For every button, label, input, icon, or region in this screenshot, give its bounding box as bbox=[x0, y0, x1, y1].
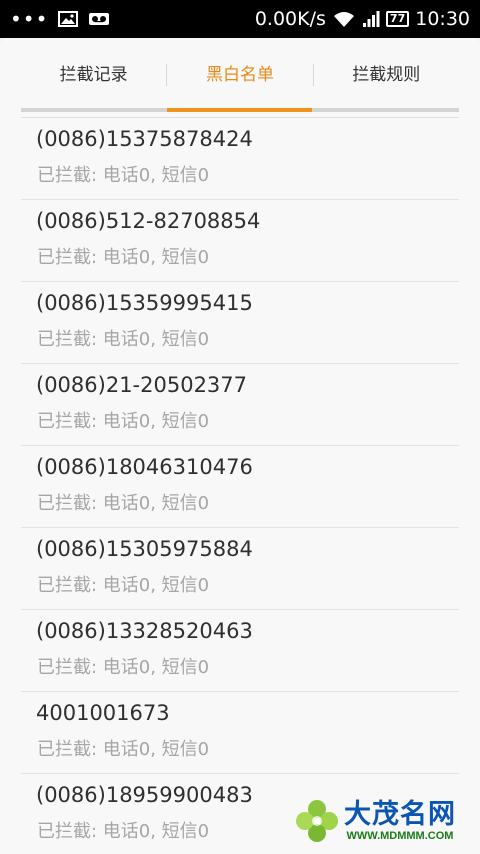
watermark-title: 大茂名网 bbox=[344, 798, 456, 830]
list-item[interactable]: (0086)15305975884 已拦截: 电话0, 短信0 bbox=[21, 528, 459, 610]
block-stats: 已拦截: 电话0, 短信0 bbox=[37, 247, 210, 268]
clover-logo-icon bbox=[296, 800, 338, 842]
block-stats: 已拦截: 电话0, 短信0 bbox=[37, 575, 210, 596]
block-stats: 已拦截: 电话0, 短信0 bbox=[37, 165, 210, 186]
battery-icon: 77 bbox=[385, 11, 410, 27]
image-notification-icon bbox=[58, 11, 79, 27]
list-item[interactable]: (0086)21-20502377 已拦截: 电话0, 短信0 bbox=[21, 364, 459, 446]
voicemail-icon bbox=[89, 13, 110, 25]
tab-black-white-list[interactable]: 黑白名单 bbox=[167, 38, 312, 112]
list-item[interactable]: (0086)15359995415 已拦截: 电话0, 短信0 bbox=[21, 282, 459, 364]
phone-number: (0086)15305975884 bbox=[36, 537, 253, 561]
network-speed: 0.00K/s bbox=[254, 8, 326, 30]
phone-number: 4001001673 bbox=[36, 701, 170, 725]
list-item[interactable]: 4001001673 已拦截: 电话0, 短信0 bbox=[21, 692, 459, 774]
clock: 10:30 bbox=[415, 8, 470, 30]
watermark-logo: 大茂名网 WWW.MDMMM.COM bbox=[294, 796, 470, 846]
block-stats: 已拦截: 电话0, 短信0 bbox=[37, 493, 210, 514]
overflow-dots-icon: ••• bbox=[10, 7, 49, 31]
list-item[interactable]: (0086)18046310476 已拦截: 电话0, 短信0 bbox=[21, 446, 459, 528]
list-item[interactable]: (0086)15375878424 已拦截: 电话0, 短信0 bbox=[21, 118, 459, 200]
tab-bar: 拦截记录 黑白名单 拦截规则 bbox=[0, 38, 480, 112]
block-stats: 已拦截: 电话0, 短信0 bbox=[37, 657, 210, 678]
list-item[interactable]: (0086)13328520463 已拦截: 电话0, 短信0 bbox=[21, 610, 459, 692]
main-panel: 拦截记录 黑白名单 拦截规则 (0086)15375878424 已拦截: 电话… bbox=[0, 38, 480, 854]
block-stats: 已拦截: 电话0, 短信0 bbox=[37, 821, 210, 842]
tab-block-log[interactable]: 拦截记录 bbox=[21, 38, 166, 112]
blacklist-list: (0086)15375878424 已拦截: 电话0, 短信0 (0086)51… bbox=[0, 117, 480, 854]
phone-number: (0086)13328520463 bbox=[36, 619, 253, 643]
status-bar: ••• 0.00K/s 77 10:30 bbox=[0, 0, 480, 38]
phone-number: (0086)18959900483 bbox=[36, 783, 253, 807]
signal-icon bbox=[362, 11, 380, 27]
active-tab-indicator bbox=[167, 108, 312, 112]
wifi-icon bbox=[333, 12, 354, 27]
phone-number: (0086)18046310476 bbox=[36, 455, 253, 479]
list-item[interactable]: (0086)512-82708854 已拦截: 电话0, 短信0 bbox=[21, 200, 459, 282]
block-stats: 已拦截: 电话0, 短信0 bbox=[37, 739, 210, 760]
block-stats: 已拦截: 电话0, 短信0 bbox=[37, 411, 210, 432]
phone-number: (0086)21-20502377 bbox=[36, 373, 248, 397]
block-stats: 已拦截: 电话0, 短信0 bbox=[37, 329, 210, 350]
tab-block-rules[interactable]: 拦截规则 bbox=[314, 38, 459, 112]
phone-number: (0086)15375878424 bbox=[36, 127, 253, 151]
phone-number: (0086)512-82708854 bbox=[36, 209, 261, 233]
phone-number: (0086)15359995415 bbox=[36, 291, 253, 315]
watermark-url: WWW.MDMMM.COM bbox=[346, 829, 454, 842]
